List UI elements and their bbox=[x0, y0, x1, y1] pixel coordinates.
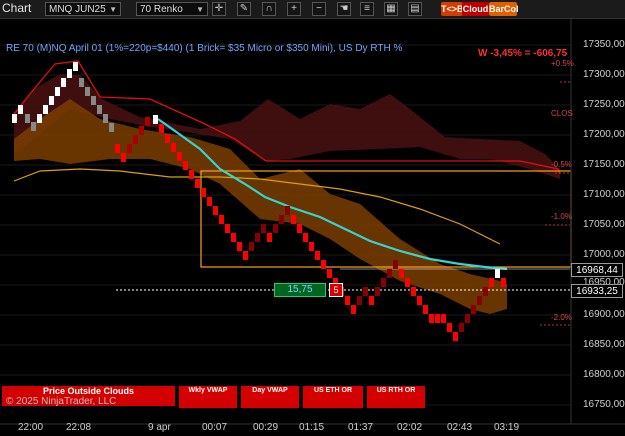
window-title: Chart bbox=[2, 1, 32, 15]
time-tick: 02:43 bbox=[447, 422, 473, 433]
chart-caption: RE 70 (M)NQ April 01 (1%=220p=$440) (1 B… bbox=[6, 43, 403, 54]
grid-icon[interactable]: ▦ bbox=[384, 2, 398, 16]
day-vwap-button[interactable]: Day VWAP bbox=[241, 386, 299, 408]
current-price-label: 16968,44 bbox=[571, 263, 623, 277]
magnet-icon[interactable]: ∩ bbox=[262, 2, 276, 16]
close-label: CLOS bbox=[551, 109, 573, 118]
time-tick: 01:37 bbox=[348, 422, 374, 433]
pct-label: -0.5% bbox=[551, 160, 572, 169]
bar-type-select[interactable]: 70 Renko ▼ bbox=[136, 2, 208, 16]
chart-area[interactable]: RE 70 (M)NQ April 01 (1%=220p=$440) (1 B… bbox=[0, 19, 625, 436]
bar-type-value: 70 Renko bbox=[140, 4, 183, 15]
wkly-vwap-button[interactable]: Wkly VWAP bbox=[179, 386, 237, 408]
instrument-select[interactable]: MNQ JUN25 ▼ bbox=[45, 2, 121, 16]
price-tick: 17150,00 bbox=[583, 159, 625, 170]
barcol-button[interactable]: BarCol bbox=[489, 2, 519, 16]
chart-toolbar: Chart MNQ JUN25 ▼ 70 Renko ▼ ✛ ✎ ∩ + − ☚ ≡… bbox=[0, 0, 625, 19]
chevron-down-icon: ▼ bbox=[109, 5, 117, 14]
t-b-button[interactable]: T<>B bbox=[441, 2, 464, 16]
pct-label: -2.0% bbox=[551, 313, 572, 322]
price-tick: 17300,00 bbox=[583, 69, 625, 80]
zoom-out-icon[interactable]: − bbox=[312, 2, 326, 16]
lines-icon[interactable]: ≡ bbox=[360, 2, 374, 16]
time-tick: 01:15 bbox=[299, 422, 325, 433]
instrument-value: MNQ JUN25 bbox=[49, 4, 106, 15]
price-tick: 17050,00 bbox=[583, 219, 625, 230]
us-rth-or-button[interactable]: US RTH OR bbox=[367, 386, 425, 408]
time-tick: 02:02 bbox=[397, 422, 423, 433]
crosshair-icon[interactable]: ✛ bbox=[212, 2, 226, 16]
price-tick: 17200,00 bbox=[583, 129, 625, 140]
cloud-button[interactable]: Cloud bbox=[462, 2, 489, 16]
range-value-box: 15,75 bbox=[274, 283, 326, 297]
time-tick: 00:07 bbox=[202, 422, 228, 433]
pnl-text: W -3,45% = -606,75 bbox=[478, 48, 568, 59]
hand-icon[interactable]: ☚ bbox=[337, 2, 351, 16]
zoom-in-icon[interactable]: + bbox=[287, 2, 301, 16]
time-tick: 22:08 bbox=[66, 422, 92, 433]
last-price-label: 16933,25 bbox=[571, 284, 623, 298]
chart-canvas bbox=[0, 19, 625, 425]
brick-count-box: 5 bbox=[329, 283, 343, 297]
pencil-icon[interactable]: ✎ bbox=[237, 2, 251, 16]
price-tick: 16900,00 bbox=[583, 309, 625, 320]
price-tick: 17250,00 bbox=[583, 99, 625, 110]
time-tick: 03:19 bbox=[494, 422, 520, 433]
time-tick: 00:29 bbox=[253, 422, 279, 433]
price-tick: 17350,00 bbox=[583, 39, 625, 50]
price-tick: 17100,00 bbox=[583, 189, 625, 200]
pct-label: +0.5% bbox=[551, 59, 574, 68]
us-eth-or-button[interactable]: US ETH OR bbox=[303, 386, 363, 408]
time-tick: 22:00 bbox=[18, 422, 44, 433]
copyright-text: © 2025 NinjaTrader, LLC bbox=[6, 396, 117, 407]
pct-label: -1.0% bbox=[551, 212, 572, 221]
price-tick: 16850,00 bbox=[583, 339, 625, 350]
properties-icon[interactable]: ▤ bbox=[408, 2, 422, 16]
time-tick: 9 apr bbox=[148, 422, 171, 433]
chevron-down-icon: ▼ bbox=[196, 5, 204, 14]
price-tick: 16750,00 bbox=[583, 399, 625, 410]
price-tick: 17000,00 bbox=[583, 249, 625, 260]
price-tick: 16800,00 bbox=[583, 369, 625, 380]
